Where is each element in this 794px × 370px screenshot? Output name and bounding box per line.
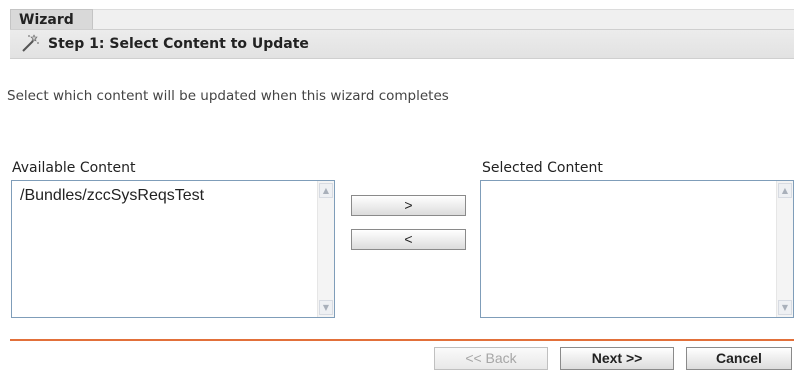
remove-from-selected-button[interactable]: < — [351, 229, 466, 250]
back-button[interactable]: << Back — [434, 347, 548, 370]
available-content-label: Available Content — [12, 160, 136, 176]
scroll-up-arrow-icon[interactable]: ▲ — [319, 183, 333, 198]
scroll-down-arrow-icon[interactable]: ▼ — [319, 300, 333, 315]
add-to-selected-button[interactable]: > — [351, 195, 466, 216]
wizard-tab: Wizard — [10, 9, 93, 29]
scroll-down-arrow-icon[interactable]: ▼ — [778, 300, 792, 315]
next-button[interactable]: Next >> — [560, 347, 674, 370]
step-header: Step 1: Select Content to Update — [10, 29, 794, 59]
wizard-tab-label: Wizard — [19, 12, 74, 28]
selected-content-listbox[interactable]: ▲ ▼ — [480, 180, 794, 318]
selected-content-label: Selected Content — [482, 160, 603, 176]
tab-strip — [93, 9, 794, 29]
instruction-text: Select which content will be updated whe… — [7, 88, 449, 104]
vertical-scrollbar[interactable]: ▲ ▼ — [776, 181, 793, 317]
scroll-up-arrow-icon[interactable]: ▲ — [778, 183, 792, 198]
vertical-scrollbar[interactable]: ▲ ▼ — [317, 181, 334, 317]
list-item[interactable]: /Bundles/zccSysReqsTest — [20, 187, 204, 205]
magic-wand-icon — [22, 34, 39, 52]
footer-divider — [10, 339, 794, 341]
cancel-button[interactable]: Cancel — [686, 347, 792, 370]
available-content-listbox[interactable]: /Bundles/zccSysReqsTest ▲ ▼ — [11, 180, 335, 318]
step-title: Step 1: Select Content to Update — [48, 36, 309, 52]
